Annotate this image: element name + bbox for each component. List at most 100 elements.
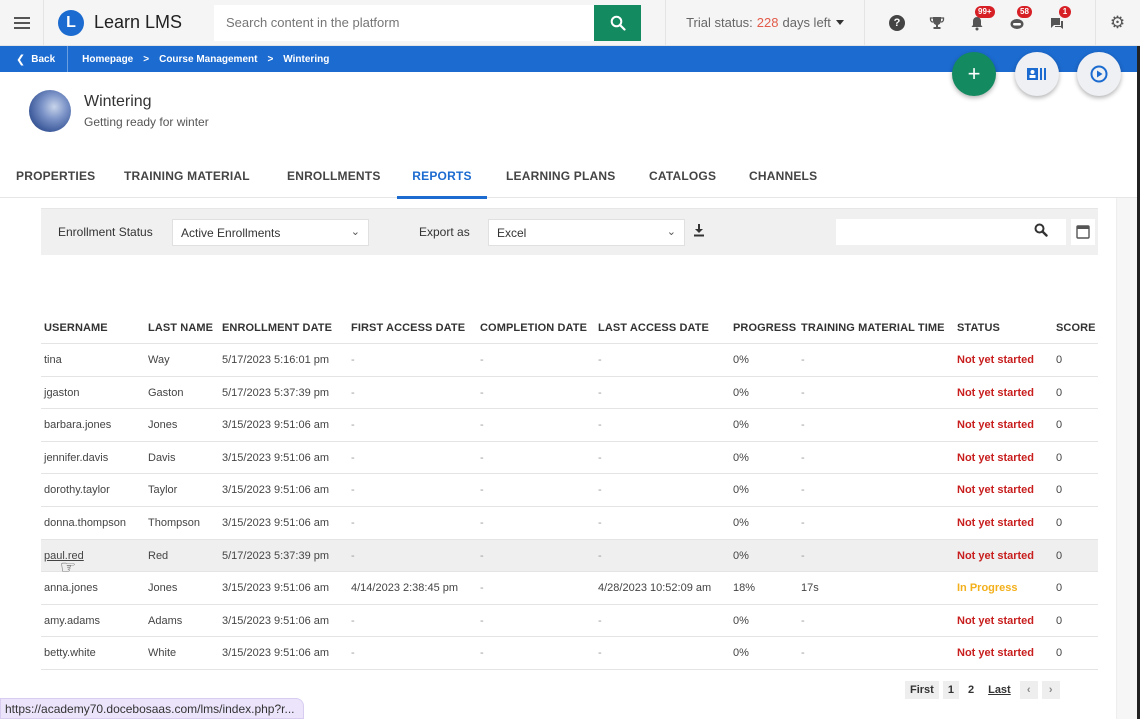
- app-name: Learn LMS: [94, 12, 183, 32]
- help-button[interactable]: ?: [877, 0, 917, 46]
- report-search-input[interactable]: [836, 219, 1066, 245]
- column-header[interactable]: TRAINING MATERIAL TIME: [801, 322, 945, 334]
- cell-last-name: White: [148, 647, 177, 660]
- cell-enrollment-date: 5/17/2023 5:37:39 pm: [222, 549, 330, 562]
- export-format-select[interactable]: Excel ⌄: [488, 219, 685, 246]
- cell-training-material-time: 17s: [801, 582, 819, 595]
- cell-training-material-time: -: [801, 419, 805, 432]
- tab-learning-plans[interactable]: LEARNING PLANS: [506, 160, 615, 198]
- column-header[interactable]: PROGRESS: [733, 322, 796, 334]
- hand-cursor-icon: ☞: [60, 557, 77, 577]
- cell-enrollment-date: 3/15/2023 9:51:06 am: [222, 419, 330, 432]
- cell-username[interactable]: dorothy.taylor: [44, 484, 110, 496]
- search-icon: [1034, 223, 1048, 237]
- cell-status: Not yet started: [957, 549, 1035, 562]
- course-cards-button[interactable]: [1015, 52, 1059, 96]
- cell-username[interactable]: jennifer.davis: [44, 452, 108, 464]
- download-button[interactable]: [693, 223, 705, 240]
- table-row[interactable]: donna.thompson Thompson 3/15/2023 9:51:06 …: [41, 507, 1098, 540]
- global-search-button[interactable]: [594, 4, 641, 41]
- table-row[interactable]: barbara.jones Jones 3/15/2023 9:51:06 am - -…: [41, 409, 1098, 442]
- column-header[interactable]: FIRST ACCESS DATE: [351, 322, 465, 334]
- pagination-page-2[interactable]: 2: [963, 681, 979, 699]
- pagination-prev[interactable]: ‹: [1019, 681, 1038, 699]
- menu-button[interactable]: [0, 0, 44, 46]
- cell-completion-date: -: [480, 386, 484, 399]
- hamburger-icon: [13, 16, 30, 29]
- breadcrumb-course-management[interactable]: Course Management: [159, 54, 257, 65]
- play-circle-icon: [1090, 65, 1108, 83]
- table-row[interactable]: dorothy.taylor Taylor 3/15/2023 9:51:06 am…: [41, 474, 1098, 507]
- column-header[interactable]: COMPLETION DATE: [480, 322, 587, 334]
- cell-username[interactable]: jgaston: [44, 387, 79, 399]
- cell-training-material-time: -: [801, 516, 805, 529]
- back-button[interactable]: ❮ Back: [0, 46, 69, 72]
- cell-username[interactable]: anna.jones: [44, 582, 98, 594]
- pagination-last[interactable]: Last: [983, 681, 1016, 699]
- chat-button[interactable]: 58: [997, 0, 1037, 46]
- course-tabs: PROPERTIES TRAINING MATERIAL ENROLLMENTS RE…: [0, 160, 1140, 199]
- column-header[interactable]: USERNAME: [44, 322, 108, 334]
- tab-training-material[interactable]: TRAINING MATERIAL: [124, 160, 250, 198]
- cell-first-access-date: -: [351, 614, 355, 627]
- course-thumbnail: [29, 90, 71, 132]
- cell-last-access-date: -: [598, 614, 602, 627]
- table-row[interactable]: amy.adams Adams 3/15/2023 9:51:06 am - - - 0% -…: [41, 605, 1098, 638]
- cell-completion-date: -: [480, 354, 484, 366]
- notifications-badge: 99+: [975, 5, 995, 18]
- page-scrollbar[interactable]: [1116, 198, 1138, 719]
- trial-status-dropdown[interactable]: Trial status: 228 days left: [665, 0, 865, 46]
- cell-first-access-date: -: [351, 451, 355, 464]
- table-row[interactable]: paul.red Red 5/17/2023 5:37:39 pm - - -0% - Not…: [41, 539, 1098, 573]
- chevron-down-icon: ⌄: [350, 226, 360, 238]
- cell-progress: 0%: [733, 549, 749, 562]
- column-header[interactable]: SCORE: [1056, 322, 1096, 334]
- pagination-page-1[interactable]: 1: [942, 681, 959, 699]
- cell-username[interactable]: barbara.jones: [44, 419, 111, 431]
- cell-last-access-date: -: [598, 484, 602, 497]
- course-subtitle: Getting ready for winter: [84, 115, 209, 129]
- tab-channels[interactable]: CHANNELS: [749, 160, 817, 198]
- column-header[interactable]: STATUS: [957, 322, 1000, 334]
- cell-username[interactable]: betty.white: [44, 647, 96, 659]
- play-course-button[interactable]: [1077, 52, 1121, 96]
- cell-enrollment-date: 5/17/2023 5:16:01 pm: [222, 354, 330, 366]
- settings-button[interactable]: ⚙: [1095, 0, 1139, 46]
- cell-enrollment-date: 3/15/2023 9:51:06 am: [222, 451, 330, 464]
- cell-username[interactable]: donna.thompson: [44, 517, 126, 529]
- notifications-button[interactable]: 99+: [957, 0, 997, 46]
- cell-status: Not yet started: [957, 516, 1035, 529]
- cell-username[interactable]: amy.adams: [44, 615, 100, 627]
- table-row[interactable]: tina Way 5/17/2023 5:16:01 pm - - - 0% - Not yet…: [41, 344, 1098, 377]
- tab-reports[interactable]: REPORTS: [397, 160, 487, 199]
- column-header[interactable]: LAST ACCESS DATE: [598, 322, 709, 334]
- tab-catalogs[interactable]: CATALOGS: [649, 160, 716, 198]
- report-search-button[interactable]: [1034, 223, 1048, 240]
- table-row[interactable]: betty.white White 3/15/2023 9:51:06 am - - - 0…: [41, 637, 1098, 670]
- table-row[interactable]: anna.jones Jones 3/15/2023 9:51:06 am 4/14/…: [41, 572, 1098, 605]
- cell-training-material-time: -: [801, 614, 805, 627]
- tab-properties[interactable]: PROPERTIES: [16, 160, 95, 198]
- table-row[interactable]: jgaston Gaston 5/17/2023 5:37:39 pm - - - 0% - N…: [41, 377, 1098, 410]
- add-button[interactable]: +: [952, 52, 996, 96]
- cell-username[interactable]: tina: [44, 354, 62, 366]
- column-header[interactable]: ENROLLMENT DATE: [222, 322, 332, 334]
- pagination-first[interactable]: First: [905, 681, 939, 699]
- messages-button[interactable]: 1: [1037, 0, 1077, 46]
- column-selector-button[interactable]: [1071, 219, 1095, 245]
- column-header[interactable]: LAST NAME: [148, 322, 213, 334]
- chevron-down-icon: ⌄: [666, 226, 676, 238]
- cell-enrollment-date: 3/15/2023 9:51:06 am: [222, 516, 330, 529]
- table-row[interactable]: jennifer.davis Davis 3/15/2023 9:51:06 am -…: [41, 442, 1098, 475]
- achievements-button[interactable]: [917, 0, 957, 46]
- app-logo[interactable]: L Learn LMS: [44, 0, 212, 46]
- global-search-input[interactable]: [214, 4, 594, 41]
- cell-first-access-date: -: [351, 549, 355, 562]
- back-label: Back: [31, 53, 56, 65]
- breadcrumb-homepage[interactable]: Homepage: [82, 54, 133, 65]
- pagination-next[interactable]: ›: [1041, 681, 1060, 699]
- enrollment-status-select[interactable]: Active Enrollments ⌄: [172, 219, 369, 246]
- messages-badge: 1: [1059, 5, 1071, 18]
- chevron-left-icon: ❮: [16, 53, 26, 66]
- tab-enrollments[interactable]: ENROLLMENTS: [287, 160, 381, 198]
